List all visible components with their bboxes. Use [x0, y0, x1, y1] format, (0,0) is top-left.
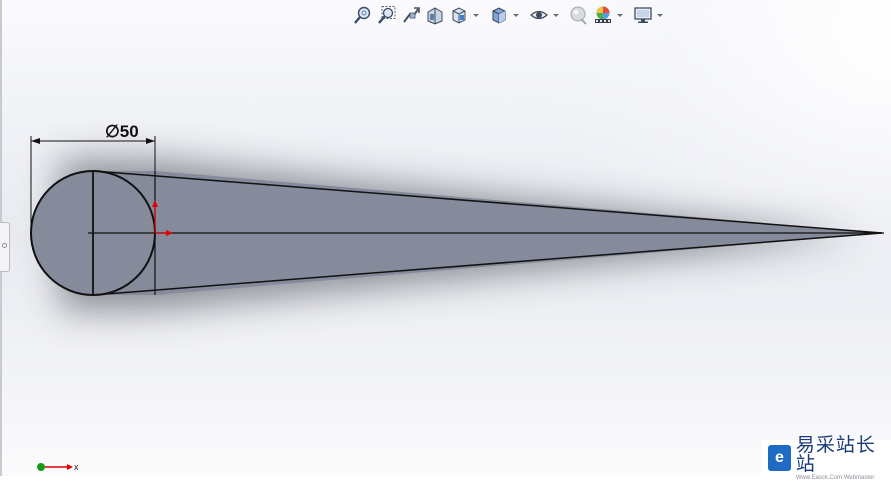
watermark: e 易采站长站 Www.Easck.Com Webmaster	[761, 435, 891, 481]
watermark-logo-icon: e	[768, 445, 791, 471]
triad-x-arrow-icon	[67, 464, 73, 470]
reference-triad: x	[37, 462, 79, 472]
dimension-arrow-left-icon	[31, 138, 40, 144]
triad-origin-icon	[37, 463, 45, 471]
sketch-canvas[interactable]: ∅50	[0, 0, 891, 476]
watermark-title: 易采站长站	[795, 433, 876, 475]
dimension-label[interactable]: ∅50	[105, 122, 139, 141]
dimension-arrow-right-icon	[146, 138, 155, 144]
watermark-url: Www.Easck.Com Webmaster	[795, 474, 875, 481]
triad-x-label: x	[74, 462, 79, 472]
